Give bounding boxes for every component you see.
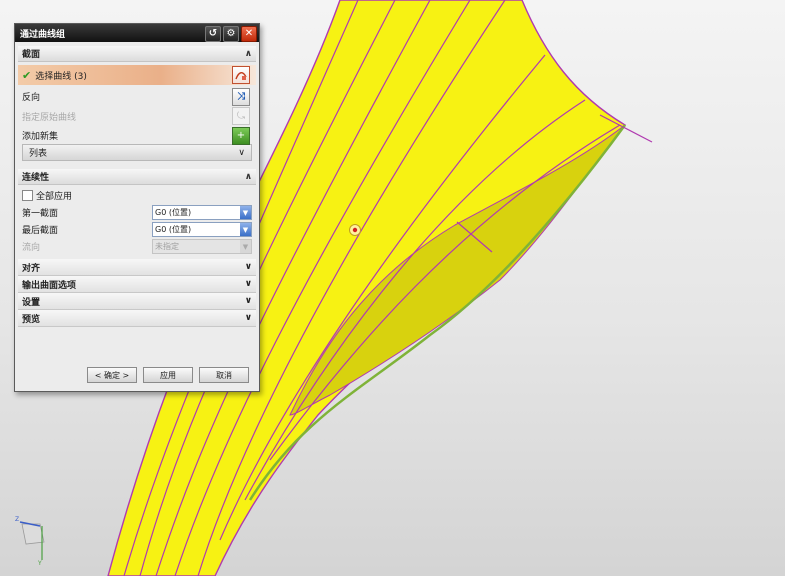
flow-direction-value: 未指定 [155, 242, 179, 251]
reverse-icon[interactable]: ⤨ [232, 87, 250, 106]
section-group-header[interactable]: 截面 ∧ [18, 46, 256, 62]
section-group-title: 截面 [22, 50, 41, 60]
dialog-titlebar[interactable]: 通过曲线组 ↺ ⚙ ✕ [15, 24, 259, 42]
list-toggle[interactable]: 列表 ∨ [22, 144, 252, 161]
specify-origin-label: 指定原始曲线 [22, 112, 77, 123]
gear-icon[interactable]: ⚙ [223, 26, 239, 42]
apply-all-checkbox[interactable] [22, 190, 33, 201]
close-icon[interactable]: ✕ [241, 26, 257, 42]
expand-down-icon[interactable]: ∨ [245, 296, 252, 306]
reverse-row[interactable]: 反向 ⤨ [18, 87, 256, 106]
apply-button[interactable]: 应用 [143, 367, 193, 383]
first-section-row: 第一截面 G0 (位置) ▼ [18, 204, 256, 221]
curve-select-icon[interactable] [232, 66, 250, 84]
first-section-select[interactable]: G0 (位置) ▼ [152, 205, 252, 220]
origin-curve-icon: ⤿ [232, 107, 250, 125]
specify-origin-row: 指定原始曲线 ⤿ [18, 105, 256, 127]
dialog-title: 通过曲线组 [20, 29, 66, 40]
ok-button[interactable]: < 确定 > [87, 367, 137, 383]
through-curves-dialog: 通过曲线组 ↺ ⚙ ✕ 截面 ∧ ✔ 选择曲线 (3) 反向 ⤨ 指定原始曲线 … [14, 23, 260, 392]
last-section-row: 最后截面 G0 (位置) ▼ [18, 221, 256, 238]
flow-direction-select: 未指定 ▼ [152, 239, 252, 254]
collapse-up-icon[interactable]: ∧ [245, 49, 252, 59]
wcs-triad-icon: Z Y [15, 516, 45, 566]
expand-down-icon[interactable]: ∨ [238, 148, 245, 158]
add-set-row[interactable]: 添加新集 + [18, 126, 256, 145]
dialog-footer: < 确定 > 应用 取消 [15, 367, 259, 383]
preview-label: 预览 [22, 314, 41, 325]
last-section-value: G0 (位置) [155, 225, 192, 234]
expand-down-icon[interactable]: ∨ [245, 262, 252, 272]
settings-group-header[interactable]: 设置 ∨ [18, 293, 256, 310]
align-label: 对齐 [22, 263, 41, 274]
expand-down-icon[interactable]: ∨ [245, 313, 252, 323]
reverse-label: 反向 [22, 93, 41, 103]
collapse-up-icon[interactable]: ∧ [245, 172, 252, 182]
apply-all-row[interactable]: 全部应用 [18, 187, 256, 204]
select-curve-label: 选择曲线 (3) [35, 71, 87, 82]
origin-marker-icon [349, 224, 361, 236]
cancel-button[interactable]: 取消 [199, 367, 249, 383]
expand-down-icon[interactable]: ∨ [245, 279, 252, 289]
check-icon: ✔ [22, 68, 32, 82]
output-options-group-header[interactable]: 输出曲面选项 ∨ [18, 276, 256, 293]
svg-text:Y: Y [37, 560, 42, 566]
apply-all-label: 全部应用 [36, 192, 73, 202]
settings-label: 设置 [22, 297, 41, 308]
reset-icon[interactable]: ↺ [205, 26, 221, 42]
combo-arrow-icon[interactable]: ▼ [240, 223, 251, 236]
flow-direction-row: 流向 未指定 ▼ [18, 238, 256, 255]
last-section-label: 最后截面 [22, 226, 59, 236]
combo-arrow-icon[interactable]: ▼ [240, 206, 251, 219]
add-set-label: 添加新集 [22, 132, 59, 142]
flow-direction-label: 流向 [22, 243, 41, 253]
preview-group-header[interactable]: 预览 ∨ [18, 310, 256, 327]
last-section-select[interactable]: G0 (位置) ▼ [152, 222, 252, 237]
combo-arrow-icon: ▼ [240, 240, 251, 253]
list-label: 列表 [29, 149, 48, 159]
continuity-group-header[interactable]: 连续性 ∧ [18, 169, 256, 185]
first-section-label: 第一截面 [22, 209, 59, 219]
output-options-label: 输出曲面选项 [22, 280, 77, 291]
align-group-header[interactable]: 对齐 ∨ [18, 259, 256, 276]
continuity-group-title: 连续性 [22, 173, 50, 183]
select-curve-row[interactable]: ✔ 选择曲线 (3) [18, 65, 256, 85]
svg-text:Z: Z [15, 516, 19, 523]
first-section-value: G0 (位置) [155, 208, 192, 217]
add-set-icon[interactable]: + [232, 126, 250, 145]
